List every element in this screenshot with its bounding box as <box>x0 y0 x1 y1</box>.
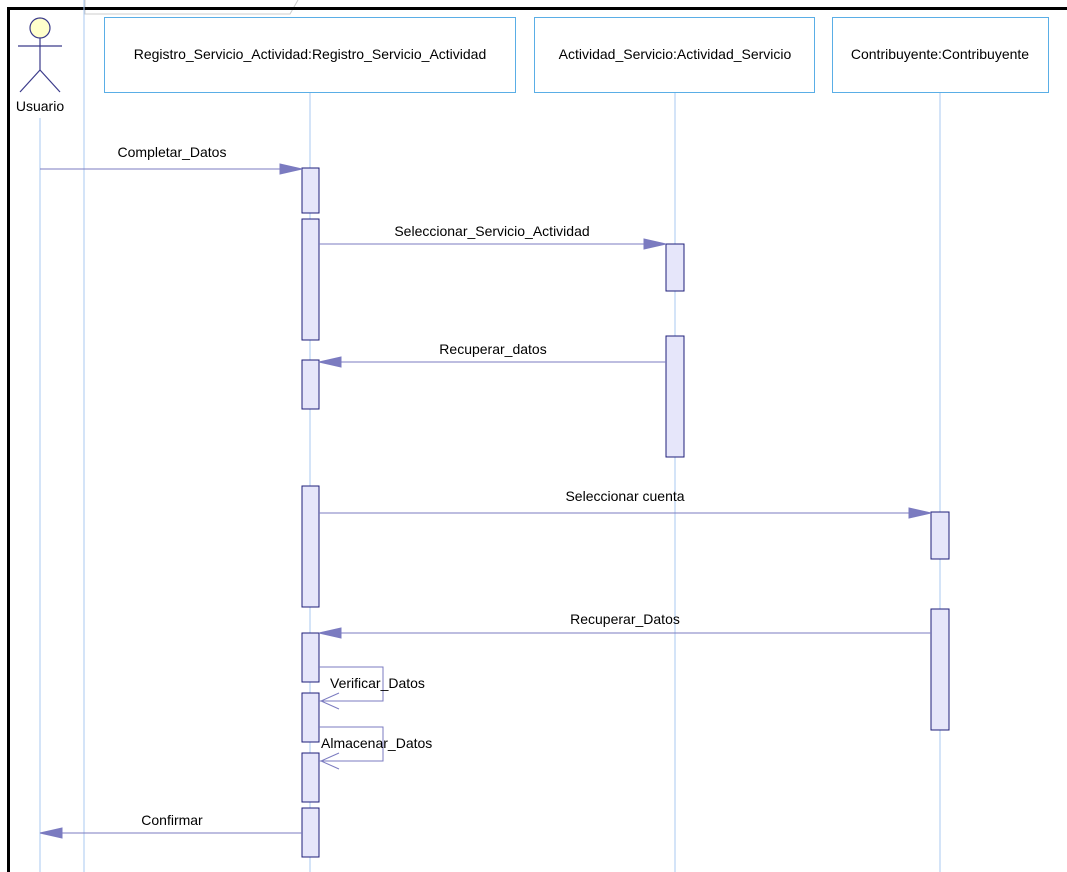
arrowhead-icon <box>318 356 342 368</box>
actor-label-usuario: Usuario <box>16 98 64 114</box>
message-label: Recuperar_datos <box>439 341 546 357</box>
participant-label-contribuyente: Contribuyente:Contribuyente <box>851 46 1029 62</box>
activation-bar <box>301 632 320 683</box>
activation-bar <box>301 167 320 214</box>
arrowhead-icon <box>39 827 63 839</box>
participant-label-registro: Registro_Servicio_Actividad:Registro_Ser… <box>134 46 487 62</box>
activation-bar <box>301 359 320 410</box>
message-label: Recuperar_Datos <box>570 611 680 627</box>
participant-label-actividad: Actividad_Servicio:Actividad_Servicio <box>559 46 792 62</box>
activation-bar <box>301 485 320 608</box>
arrowhead-icon <box>643 238 667 250</box>
activation-bar <box>301 692 320 743</box>
activation-bar <box>930 511 950 560</box>
activation-bar <box>665 335 685 458</box>
sequence-diagram-canvas: Usuario Registro_Servicio_Actividad:Regi… <box>7 0 1067 872</box>
activation-bar <box>930 608 950 731</box>
message-label: Verificar_Datos <box>330 675 425 691</box>
activation-bar <box>301 218 320 341</box>
message-label: Completar_Datos <box>118 144 227 160</box>
message-label: Seleccionar_Servicio_Actividad <box>394 223 589 239</box>
activation-bar <box>301 752 320 803</box>
message-label: Almacenar_Datos <box>321 735 432 751</box>
stick-figure-actor-icon <box>18 17 62 93</box>
activation-bar <box>665 243 685 292</box>
arrowhead-icon <box>318 627 342 639</box>
message-label: Seleccionar cuenta <box>565 488 684 504</box>
arrowhead-icon <box>279 163 303 175</box>
activation-bar <box>301 807 320 858</box>
arrowhead-icon <box>908 507 932 519</box>
diagram-frame <box>7 7 1067 872</box>
message-label: Confirmar <box>141 812 203 828</box>
